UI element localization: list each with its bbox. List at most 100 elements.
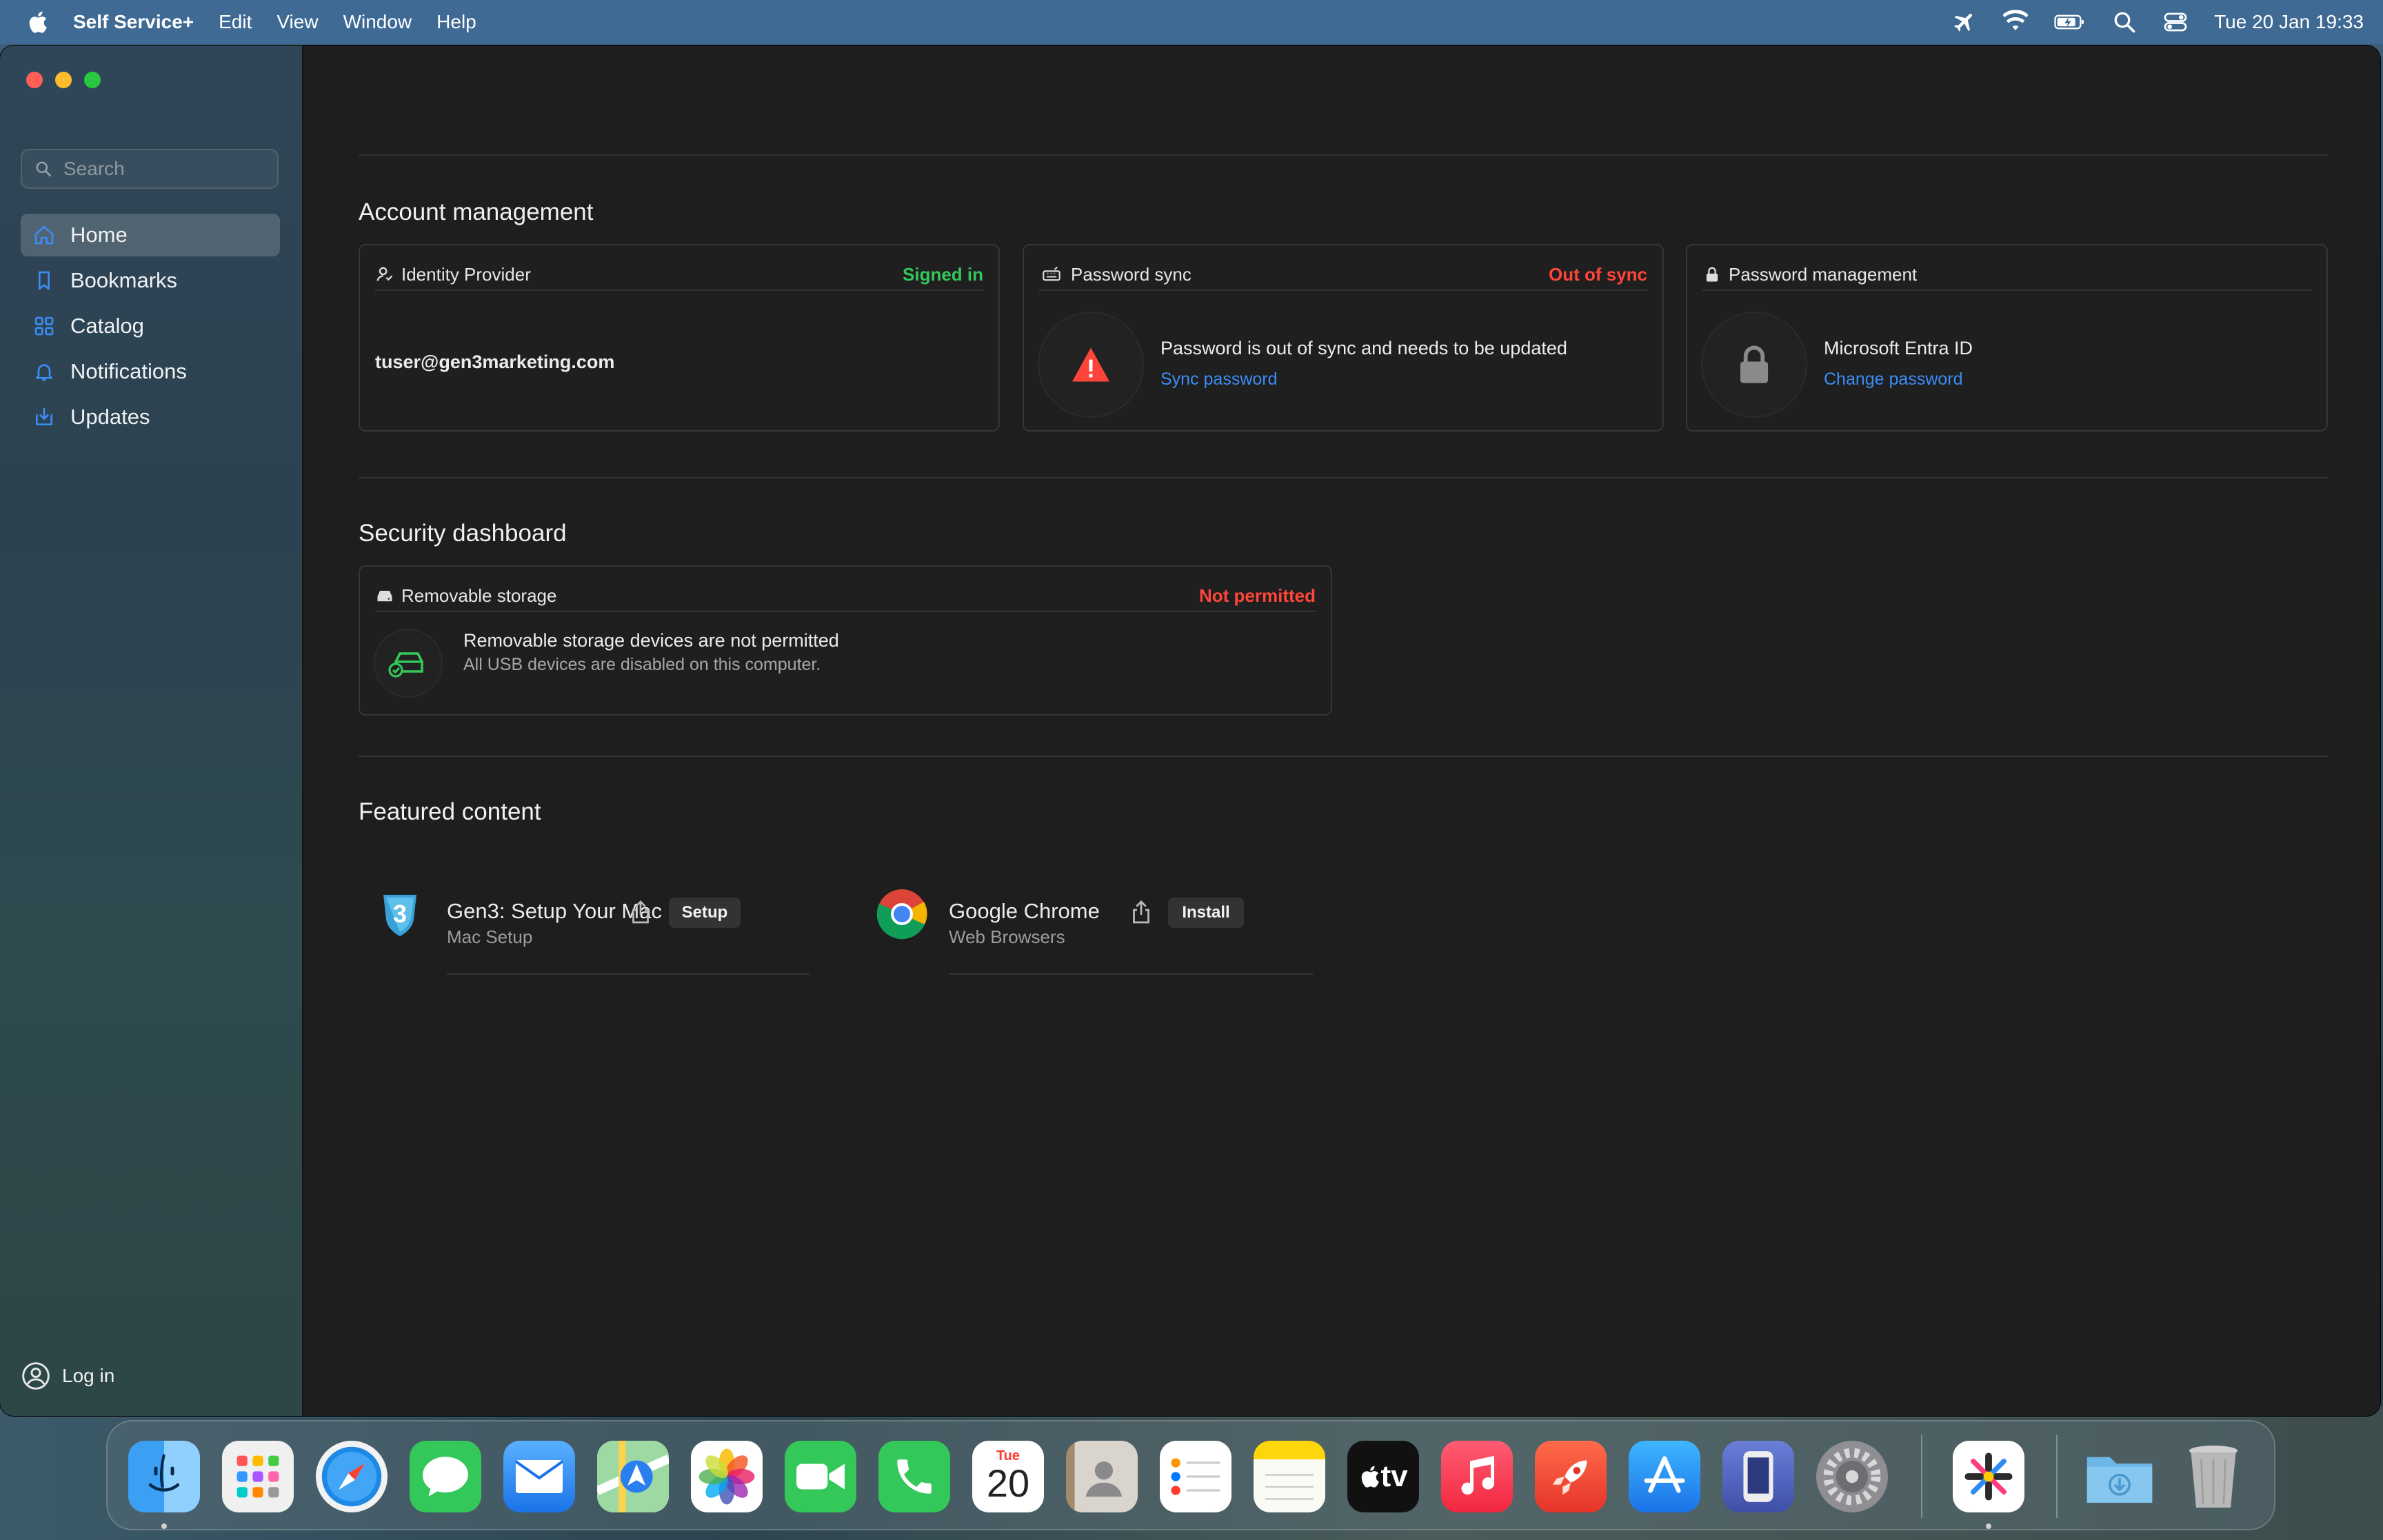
search-field[interactable] [21, 149, 279, 189]
dock-notes[interactable] [1254, 1441, 1325, 1512]
identity-provider-card: Identity Provider Signed in tuser@gen3ma… [359, 244, 1000, 432]
app-store-icon [1644, 1456, 1685, 1493]
card-heading: Password sync [1071, 263, 1192, 285]
user-circle-icon [22, 1362, 50, 1390]
sidebar-item-updates[interactable]: Updates [21, 396, 280, 438]
storage-detail: All USB devices are disabled on this com… [463, 655, 821, 674]
dock-contacts[interactable] [1066, 1441, 1138, 1512]
provider-name: Microsoft Entra ID [1824, 338, 1973, 358]
login-label: Log in [62, 1365, 115, 1386]
dock-safari[interactable] [316, 1441, 388, 1512]
running-indicator [1986, 1523, 1991, 1529]
dock-phone[interactable] [878, 1441, 950, 1512]
dock-launchpad[interactable] [222, 1441, 294, 1512]
tv-apple-icon [1362, 1466, 1380, 1488]
share-icon[interactable] [1131, 900, 1152, 924]
card-header: Identity Provider Signed in [375, 259, 983, 291]
running-indicator [161, 1523, 167, 1529]
dock-maps[interactable] [597, 1441, 669, 1512]
battery-icon[interactable] [2054, 10, 2086, 34]
dock-self-service[interactable] [1953, 1441, 2024, 1512]
simulator-phone-icon [1743, 1451, 1773, 1502]
dock-facetime[interactable] [785, 1441, 856, 1512]
dock-tv[interactable]: tv [1347, 1441, 1419, 1512]
card-heading: Password management [1729, 263, 1918, 285]
reminders-list-icon [1171, 1458, 1220, 1495]
maps-icon [597, 1441, 669, 1512]
dock-calendar[interactable]: Tue 20 [972, 1441, 1044, 1512]
dock-rocket[interactable] [1535, 1441, 1607, 1512]
change-password-link[interactable]: Change password [1824, 369, 1963, 389]
sidebar-item-label: Bookmarks [70, 268, 178, 292]
section-divider [359, 477, 2328, 478]
warning-triangle-icon [1072, 347, 1109, 382]
sidebar-item-label: Updates [70, 405, 150, 429]
login-button[interactable]: Log in [21, 1361, 114, 1391]
menu-edit[interactable]: Edit [219, 11, 252, 33]
self-service-plus-icon [1964, 1452, 2013, 1501]
dock-system-settings[interactable] [1816, 1441, 1888, 1512]
share-icon[interactable] [630, 900, 651, 924]
dock-mail[interactable] [503, 1441, 575, 1512]
sidebar: Home Bookmarks Catalog Notifications Upd… [0, 45, 303, 1416]
dock-trash[interactable] [2178, 1441, 2249, 1512]
spotlight-search-icon[interactable] [2112, 10, 2137, 34]
rocket-icon [1552, 1460, 1587, 1495]
mail-envelope-icon [514, 1460, 564, 1493]
dock-reminders[interactable] [1160, 1441, 1231, 1512]
warning-circle [1038, 312, 1144, 418]
menu-window[interactable]: Window [343, 11, 412, 33]
large-lock-icon [1740, 345, 1769, 383]
dock-separator [1921, 1435, 1922, 1518]
featured-item-chrome[interactable]: Google Chrome Web Browsers Install [874, 886, 1316, 976]
featured-divider [949, 973, 1313, 975]
user-email: tuser@gen3marketing.com [375, 352, 615, 372]
card-header: Removable storage Not permitted [375, 580, 1316, 612]
menu-bar: Self Service+ Edit View Window Help Tue … [0, 0, 2383, 44]
menu-help[interactable]: Help [436, 11, 476, 33]
not-permitted-status: Not permitted [1199, 585, 1316, 606]
dock-messages[interactable] [410, 1441, 481, 1512]
search-input[interactable] [62, 157, 272, 181]
setup-button[interactable]: Setup [669, 898, 741, 928]
person-badge-icon [376, 267, 393, 281]
dock-downloads[interactable] [2084, 1441, 2155, 1512]
menu-clock[interactable]: Tue 20 Jan 19:33 [2214, 11, 2364, 33]
sidebar-item-bookmarks[interactable]: Bookmarks [21, 259, 280, 302]
messages-bubble-icon [423, 1457, 468, 1497]
dock-photos[interactable] [691, 1441, 763, 1512]
signed-in-status: Signed in [903, 263, 983, 285]
dock-simulator[interactable] [1722, 1441, 1794, 1512]
photos-flower-icon [698, 1448, 755, 1505]
featured-item-gen3[interactable]: 3 Gen3: Setup Your Mac Mac Setup Setup [375, 886, 816, 976]
sync-message: Password is out of sync and needs to be … [1160, 338, 1567, 358]
trash-can-icon [2189, 1446, 2238, 1508]
sidebar-item-catalog[interactable]: Catalog [21, 305, 280, 347]
notes-lines-icon [1265, 1474, 1314, 1500]
install-button[interactable]: Install [1168, 898, 1244, 928]
section-divider [359, 154, 2328, 156]
sidebar-nav: Home Bookmarks Catalog Notifications Upd… [21, 214, 280, 441]
card-heading: Removable storage [401, 585, 557, 606]
close-window-button[interactable] [26, 72, 43, 88]
music-note-icon [1461, 1456, 1494, 1495]
control-center-icon[interactable] [2163, 10, 2188, 34]
minimize-window-button[interactable] [55, 72, 72, 88]
dock-app-store[interactable] [1629, 1441, 1700, 1512]
airplane-icon[interactable] [1952, 10, 1977, 34]
sync-password-link[interactable]: Sync password [1160, 369, 1278, 389]
sidebar-item-notifications[interactable]: Notifications [21, 350, 280, 393]
zoom-window-button[interactable] [84, 72, 101, 88]
menu-app-name[interactable]: Self Service+ [73, 11, 194, 33]
featured-category: Web Browsers [949, 926, 1065, 947]
menu-view[interactable]: View [276, 11, 318, 33]
apple-logo-icon[interactable] [26, 10, 48, 34]
sidebar-item-home[interactable]: Home [21, 214, 280, 256]
dock-finder[interactable] [128, 1441, 200, 1512]
password-sync-card: Password sync Out of sync Password is ou… [1023, 244, 1664, 432]
dock-music[interactable] [1441, 1441, 1513, 1512]
tv-label: tv [1380, 1459, 1408, 1493]
card-heading: Identity Provider [401, 263, 531, 285]
wifi-icon[interactable] [2003, 10, 2029, 34]
finder-icon [148, 1454, 180, 1492]
